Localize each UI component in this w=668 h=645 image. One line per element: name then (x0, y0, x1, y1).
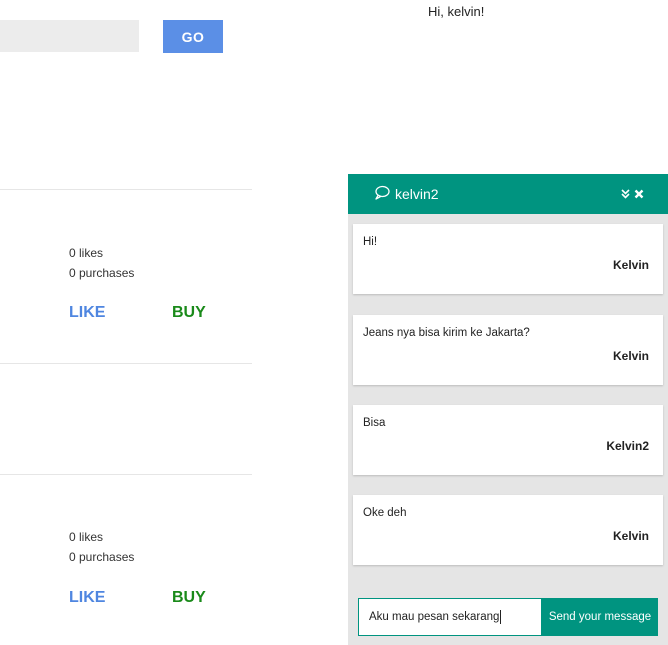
divider (0, 189, 252, 190)
chat-partner-name: kelvin2 (395, 186, 439, 202)
search-input[interactable] (0, 20, 139, 52)
chat-message: Oke deh Kelvin (353, 495, 663, 565)
message-input-value: Aku mau pesan sekarang (369, 611, 500, 623)
chat-title: kelvin2 (374, 185, 439, 203)
divider (0, 474, 252, 475)
chat-message: Jeans nya bisa kirim ke Jakarta? Kelvin (353, 315, 663, 385)
message-author: Kelvin (612, 529, 649, 543)
message-text: Oke deh (363, 507, 407, 519)
like-button[interactable]: LIKE (69, 589, 105, 607)
minimize-chevrons-icon[interactable] (621, 186, 630, 204)
message-author: Kelvin (612, 349, 649, 363)
close-icon[interactable] (634, 186, 644, 204)
buy-button[interactable]: BUY (172, 304, 206, 322)
buy-button[interactable]: BUY (172, 589, 206, 607)
user-greeting: Hi, kelvin! (428, 4, 485, 19)
message-author: Kelvin2 (606, 439, 649, 453)
message-input[interactable]: Aku mau pesan sekarang (358, 598, 542, 636)
message-author: Kelvin (612, 258, 649, 272)
like-count: 0 likes (69, 246, 104, 260)
chat-window: kelvin2 Hi! Kelvin Jeans nya bisa kirim … (348, 174, 668, 645)
message-text: Jeans nya bisa kirim ke Jakarta? (363, 327, 530, 339)
chat-controls (621, 186, 644, 204)
like-count: 0 likes (69, 530, 104, 544)
message-text: Bisa (363, 417, 386, 429)
purchase-count: 0 purchases (69, 266, 135, 280)
send-message-button[interactable]: Send your message (542, 598, 658, 636)
like-button[interactable]: LIKE (69, 304, 105, 322)
chat-bubble-icon (374, 185, 395, 203)
divider (0, 363, 252, 364)
chat-header: kelvin2 (348, 174, 668, 214)
chat-message: Hi! Kelvin (353, 224, 663, 294)
text-caret (500, 610, 502, 624)
chat-message: Bisa Kelvin2 (353, 405, 663, 475)
purchase-count: 0 purchases (69, 550, 135, 564)
message-text: Hi! (363, 236, 378, 248)
go-button[interactable]: GO (163, 20, 223, 53)
